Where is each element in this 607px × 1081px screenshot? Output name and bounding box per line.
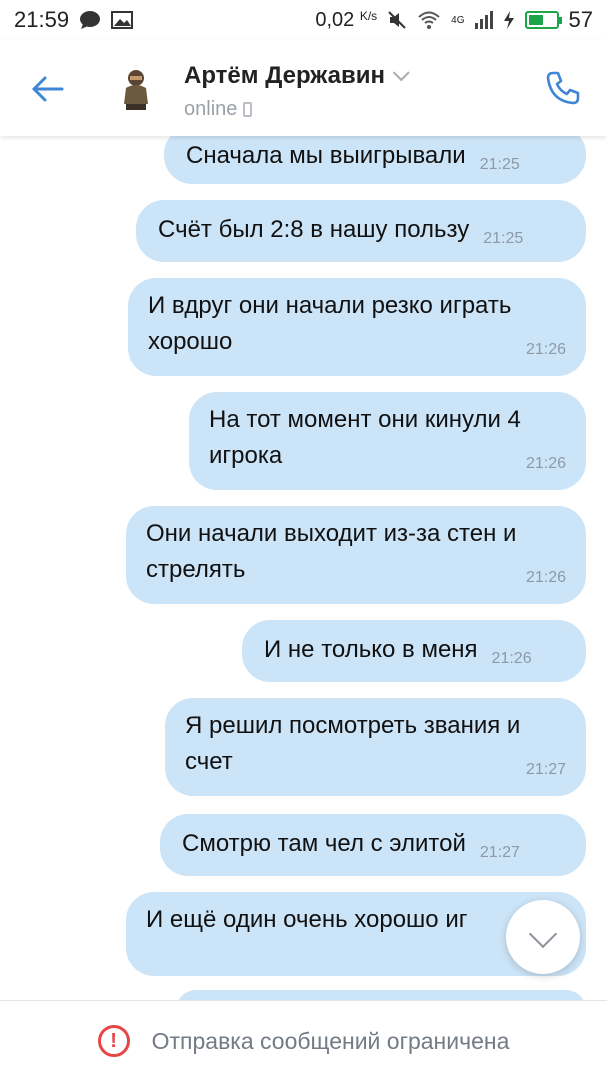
presence-status: online bbox=[184, 98, 253, 121]
network-type: 4G bbox=[451, 14, 465, 26]
phone-icon[interactable] bbox=[543, 68, 583, 108]
chevron-down-icon bbox=[392, 64, 410, 82]
message-bubble-partial[interactable] bbox=[176, 990, 586, 1000]
message-bubble[interactable]: Сначала мы выигрывали 21:25 bbox=[164, 136, 586, 184]
charging-icon bbox=[503, 11, 514, 29]
message-bubble[interactable]: На тот момент они кинули 4 игрока 21:26 bbox=[189, 392, 586, 490]
image-icon bbox=[111, 11, 134, 29]
scroll-down-button[interactable] bbox=[506, 900, 580, 974]
battery-icon bbox=[524, 11, 562, 29]
chat-icon bbox=[80, 11, 101, 29]
battery-level: 57 bbox=[568, 7, 593, 32]
mute-icon bbox=[388, 11, 406, 29]
back-arrow-icon[interactable] bbox=[28, 70, 66, 108]
restriction-text: Отправка сообщений ограничена bbox=[151, 1027, 510, 1054]
chevron-down-icon bbox=[528, 919, 558, 949]
message-bubble[interactable]: И не только в меня 21:26 bbox=[242, 620, 586, 682]
status-time: 21:59 bbox=[14, 7, 70, 32]
message-bubble[interactable]: Они начали выходит из-за стен и стрелять… bbox=[126, 506, 586, 604]
message-list[interactable]: Сначала мы выигрывали 21:25 Счёт был 2:8 … bbox=[0, 136, 607, 1000]
status-bar: 21:59 0,02 K/s 4G 57 bbox=[0, 0, 607, 40]
warning-icon: ! bbox=[97, 1025, 130, 1057]
message-bubble[interactable]: Я решил посмотреть звания и счет 21:27 bbox=[165, 698, 586, 796]
contact-name[interactable]: Артём Державин bbox=[184, 62, 410, 90]
message-bubble[interactable]: Счёт был 2:8 в нашу пользу 21:25 bbox=[136, 200, 586, 262]
message-bubble[interactable]: И вдруг они начали резко играть хорошо 21… bbox=[128, 278, 586, 376]
mobile-icon bbox=[243, 102, 253, 117]
message-restriction-bar: ! Отправка сообщений ограничена bbox=[0, 1000, 607, 1081]
network-speed: 0,02 K/s bbox=[315, 8, 378, 31]
wifi-icon bbox=[418, 11, 440, 29]
signal-icon bbox=[474, 11, 493, 29]
message-bubble[interactable]: Смотрю там чел с элитой 21:27 bbox=[160, 814, 586, 876]
chat-header: Артём Державин online bbox=[0, 40, 607, 136]
avatar[interactable] bbox=[116, 66, 156, 112]
